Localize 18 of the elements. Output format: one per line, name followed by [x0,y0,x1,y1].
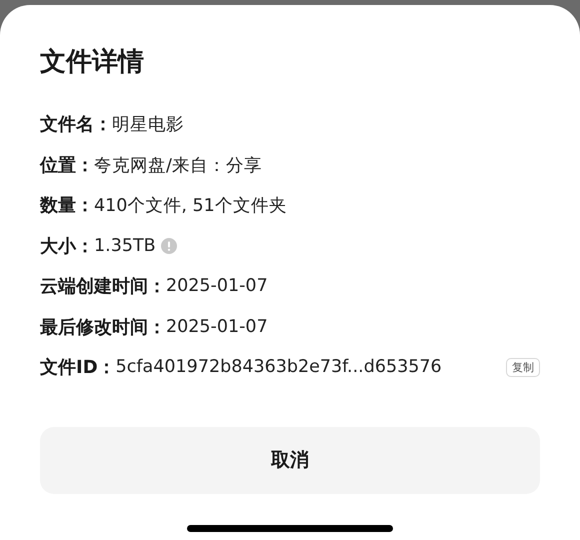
detail-label: 文件名： [40,113,112,136]
detail-value: 夸克网盘/来自：分享 [94,154,262,177]
copy-button[interactable]: 复制 [506,358,540,377]
detail-value: 5cfa401972b84363b2e73f...d653576 [116,357,442,378]
cancel-button[interactable]: 取消 [40,426,540,494]
detail-label: 位置： [40,154,94,177]
detail-label: 文件ID： [40,356,116,380]
detail-label: 数量： [40,194,94,218]
detail-value: 明星电影 [112,114,184,136]
detail-label: 云端创建时间： [40,275,166,298]
detail-label: 大小： [40,234,94,258]
detail-value: 2025-01-07 [166,276,268,296]
detail-value: 2025-01-07 [166,316,268,337]
info-icon[interactable] [160,238,177,254]
detail-value: 1.35TB [94,236,156,256]
detail-value: 410个文件, 51个文件夹 [94,195,287,218]
sheet-title: 文件详情 [40,46,145,79]
detail-label: 最后修改时间： [40,316,166,339]
